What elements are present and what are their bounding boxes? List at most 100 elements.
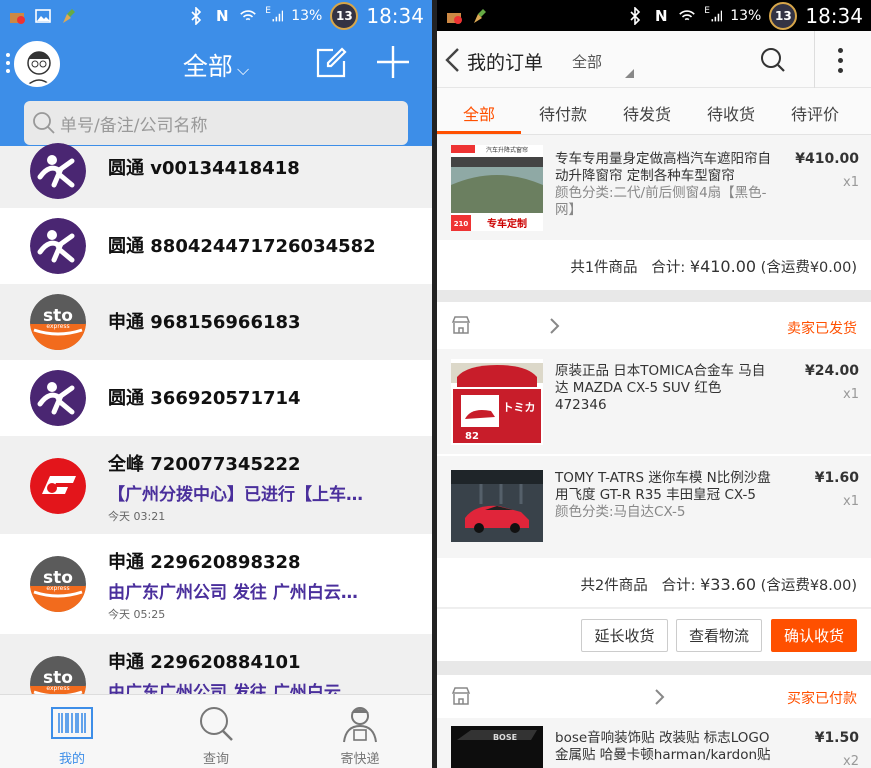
battery-percent: 13% (730, 7, 762, 24)
tracking-number: 圆通 v00134418418 (108, 158, 300, 179)
svg-text:express: express (46, 685, 69, 692)
product-quantity: x2 (843, 754, 859, 768)
chevron-down-icon: ⌵ (236, 60, 250, 79)
product-title: bose音响装饰贴 改装贴 标志LOGO 金属贴 哈曼卡顿harman/kard… (555, 730, 771, 763)
header-divider (814, 31, 815, 88)
confirm-receipt-button[interactable]: 确认收货 (771, 619, 857, 652)
barcode-icon (51, 707, 93, 739)
status-bar: N E 13% 13 18:34 (0, 0, 432, 31)
wifi-icon (239, 7, 257, 25)
tracking-number: 全峰 720077345222 (108, 454, 301, 475)
sto-logo-icon: sto express (30, 556, 86, 612)
order-item[interactable]: 汽车升降式窗帘 210 专车定制 专车专用量身定做高档汽车遮阳帘自动升降窗帘 定… (437, 135, 871, 240)
battery-percent: 13% (291, 7, 323, 24)
product-attribute: 颜色分类:马自达CX-5 (555, 504, 686, 520)
tab-send[interactable]: 寄快递 (288, 695, 432, 768)
product-price: ¥24.00 (804, 363, 859, 379)
product-thumbnail (451, 470, 543, 542)
tab-all[interactable]: 全部 (437, 88, 521, 134)
express-app-panel: N E 13% 13 18:34 全部 ⌵ 单号/备注/公司名称 圆通 v001… (0, 0, 432, 768)
back-arrow-icon[interactable] (443, 47, 461, 73)
search-icon (200, 707, 233, 741)
order-item[interactable]: BOSE bose音响装饰贴 改装贴 标志LOGO 金属贴 哈曼卡顿harman… (437, 718, 871, 768)
dropdown-triangle-icon (625, 69, 634, 78)
product-quantity: x1 (843, 387, 859, 402)
bluetooth-icon (187, 6, 205, 25)
nfc-icon: N (654, 6, 668, 25)
order-summary: 共2件商品 合计: ¥33.60 (含运费¥8.00) (437, 558, 871, 608)
product-title: 原装正品 日本TOMICA合金车 马自达 MAZDA CX-5 SUV 红色 4… (555, 363, 766, 413)
search-input[interactable]: 单号/备注/公司名称 (24, 101, 408, 145)
edit-icon[interactable] (315, 47, 347, 79)
yto-logo-icon (30, 370, 86, 426)
tab-pending-shipment[interactable]: 待发货 (605, 88, 689, 134)
total-label: 合计: (661, 578, 696, 594)
yto-logo-icon (30, 218, 86, 274)
tracking-time: 今天 03:21 (108, 510, 166, 523)
order-item[interactable]: トミカ 82 原装正品 日本TOMICA合金车 马自达 MAZDA CX-5 S… (437, 349, 871, 454)
signal-icon: E (704, 6, 723, 25)
status-bar: N E 13% 13 18:34 (437, 0, 871, 31)
view-logistics-button[interactable]: 查看物流 (676, 619, 762, 652)
tracking-number: 圆通 366920571714 (108, 388, 301, 409)
more-options-icon[interactable] (838, 48, 843, 73)
shop-header[interactable]: 买家已付款 (437, 675, 871, 718)
list-item[interactable]: sto express 申通 968156966183 (0, 284, 432, 360)
order-status: 卖家已发货 (787, 321, 857, 337)
svg-text:专车定制: 专车定制 (487, 217, 527, 230)
tab-query[interactable]: 查询 (144, 695, 288, 768)
list-item[interactable]: sto express 申通 229620898328 由广东广州公司 发往 广州… (0, 534, 432, 634)
shop-icon (451, 687, 471, 705)
clock: 18:34 (366, 3, 424, 28)
tab-pending-payment[interactable]: 待付款 (521, 88, 605, 134)
product-thumbnail: 汽车升降式窗帘 210 专车定制 (451, 145, 543, 231)
item-count: 共2件商品 (580, 578, 648, 594)
list-item[interactable]: 圆通 v00134418418 (0, 143, 432, 208)
list-item[interactable]: 圆通 880424471726034582 (0, 208, 432, 284)
list-item[interactable]: 全峰 720077345222 【广州分拨中心】已进行【上车… 今天 03:21 (0, 436, 432, 534)
tracking-time: 今天 05:25 (108, 608, 166, 621)
tab-pending-receipt[interactable]: 待收货 (689, 88, 773, 134)
product-price: ¥1.60 (814, 470, 859, 486)
product-quantity: x1 (843, 175, 859, 190)
tab-pending-review[interactable]: 待评价 (773, 88, 857, 134)
product-quantity: x1 (843, 494, 859, 509)
bottom-tab-bar: 我的 查询 寄快递 (0, 694, 432, 768)
broom-icon (471, 7, 489, 25)
bluetooth-icon (626, 6, 644, 25)
battery-badge: 13 (330, 1, 359, 30)
order-status-tabs: 全部 待付款 待发货 待收货 待评价 (437, 88, 871, 135)
tab-mine[interactable]: 我的 (0, 695, 144, 768)
extend-receipt-button[interactable]: 延长收货 (581, 619, 668, 652)
order-actions: 延长收货 查看物流 确认收货 (437, 609, 871, 661)
orders-app-panel: N E 13% 13 18:34 我的订单 全部 全部 待付款 待发货 待收货 … (437, 0, 871, 768)
order-item[interactable]: TOMY T-ATRS 迷你车模 N比例沙盘用飞度 GT-R R35 丰田皇冠 … (437, 456, 871, 558)
tracking-number: 申通 229620898328 (108, 552, 301, 573)
tracking-number: 申通 229620884101 (108, 652, 301, 673)
tracking-status: 由广东广州公司 发往 广州白云… (108, 583, 358, 603)
wifi-icon (678, 7, 696, 25)
shipping-fee: (含运费¥0.00) (760, 260, 857, 276)
battery-badge: 13 (769, 1, 798, 30)
tracking-number: 申通 968156966183 (108, 312, 301, 333)
chevron-right-icon (655, 689, 665, 705)
svg-text:BOSE: BOSE (493, 733, 517, 742)
tracking-number: 圆通 880424471726034582 (108, 236, 376, 257)
product-title: 专车专用量身定做高档汽车遮阳帘自动升降窗帘 定制各种车型窗帘 (555, 151, 771, 184)
order-divider (437, 661, 871, 675)
add-icon[interactable] (374, 43, 412, 81)
shop-header[interactable]: 卖家已发货 (437, 302, 871, 349)
notification-app-icon (8, 7, 26, 25)
shipping-fee: (含运费¥8.00) (760, 578, 857, 594)
filter-dropdown[interactable]: 全部 ⌵ (0, 47, 432, 83)
product-attribute: 颜色分类:二代/前后侧窗4扇【黑色-网】 (555, 185, 767, 218)
yto-logo-icon (30, 143, 86, 199)
item-count: 共1件商品 (570, 260, 638, 276)
product-price: ¥1.50 (814, 730, 859, 746)
product-thumbnail: BOSE (451, 726, 543, 768)
order-filter-dropdown[interactable]: 全部 (572, 51, 602, 72)
orders-header: 我的订单 全部 (437, 31, 871, 88)
search-icon[interactable] (760, 47, 786, 73)
order-status: 买家已付款 (787, 691, 857, 707)
list-item[interactable]: 圆通 366920571714 (0, 360, 432, 436)
